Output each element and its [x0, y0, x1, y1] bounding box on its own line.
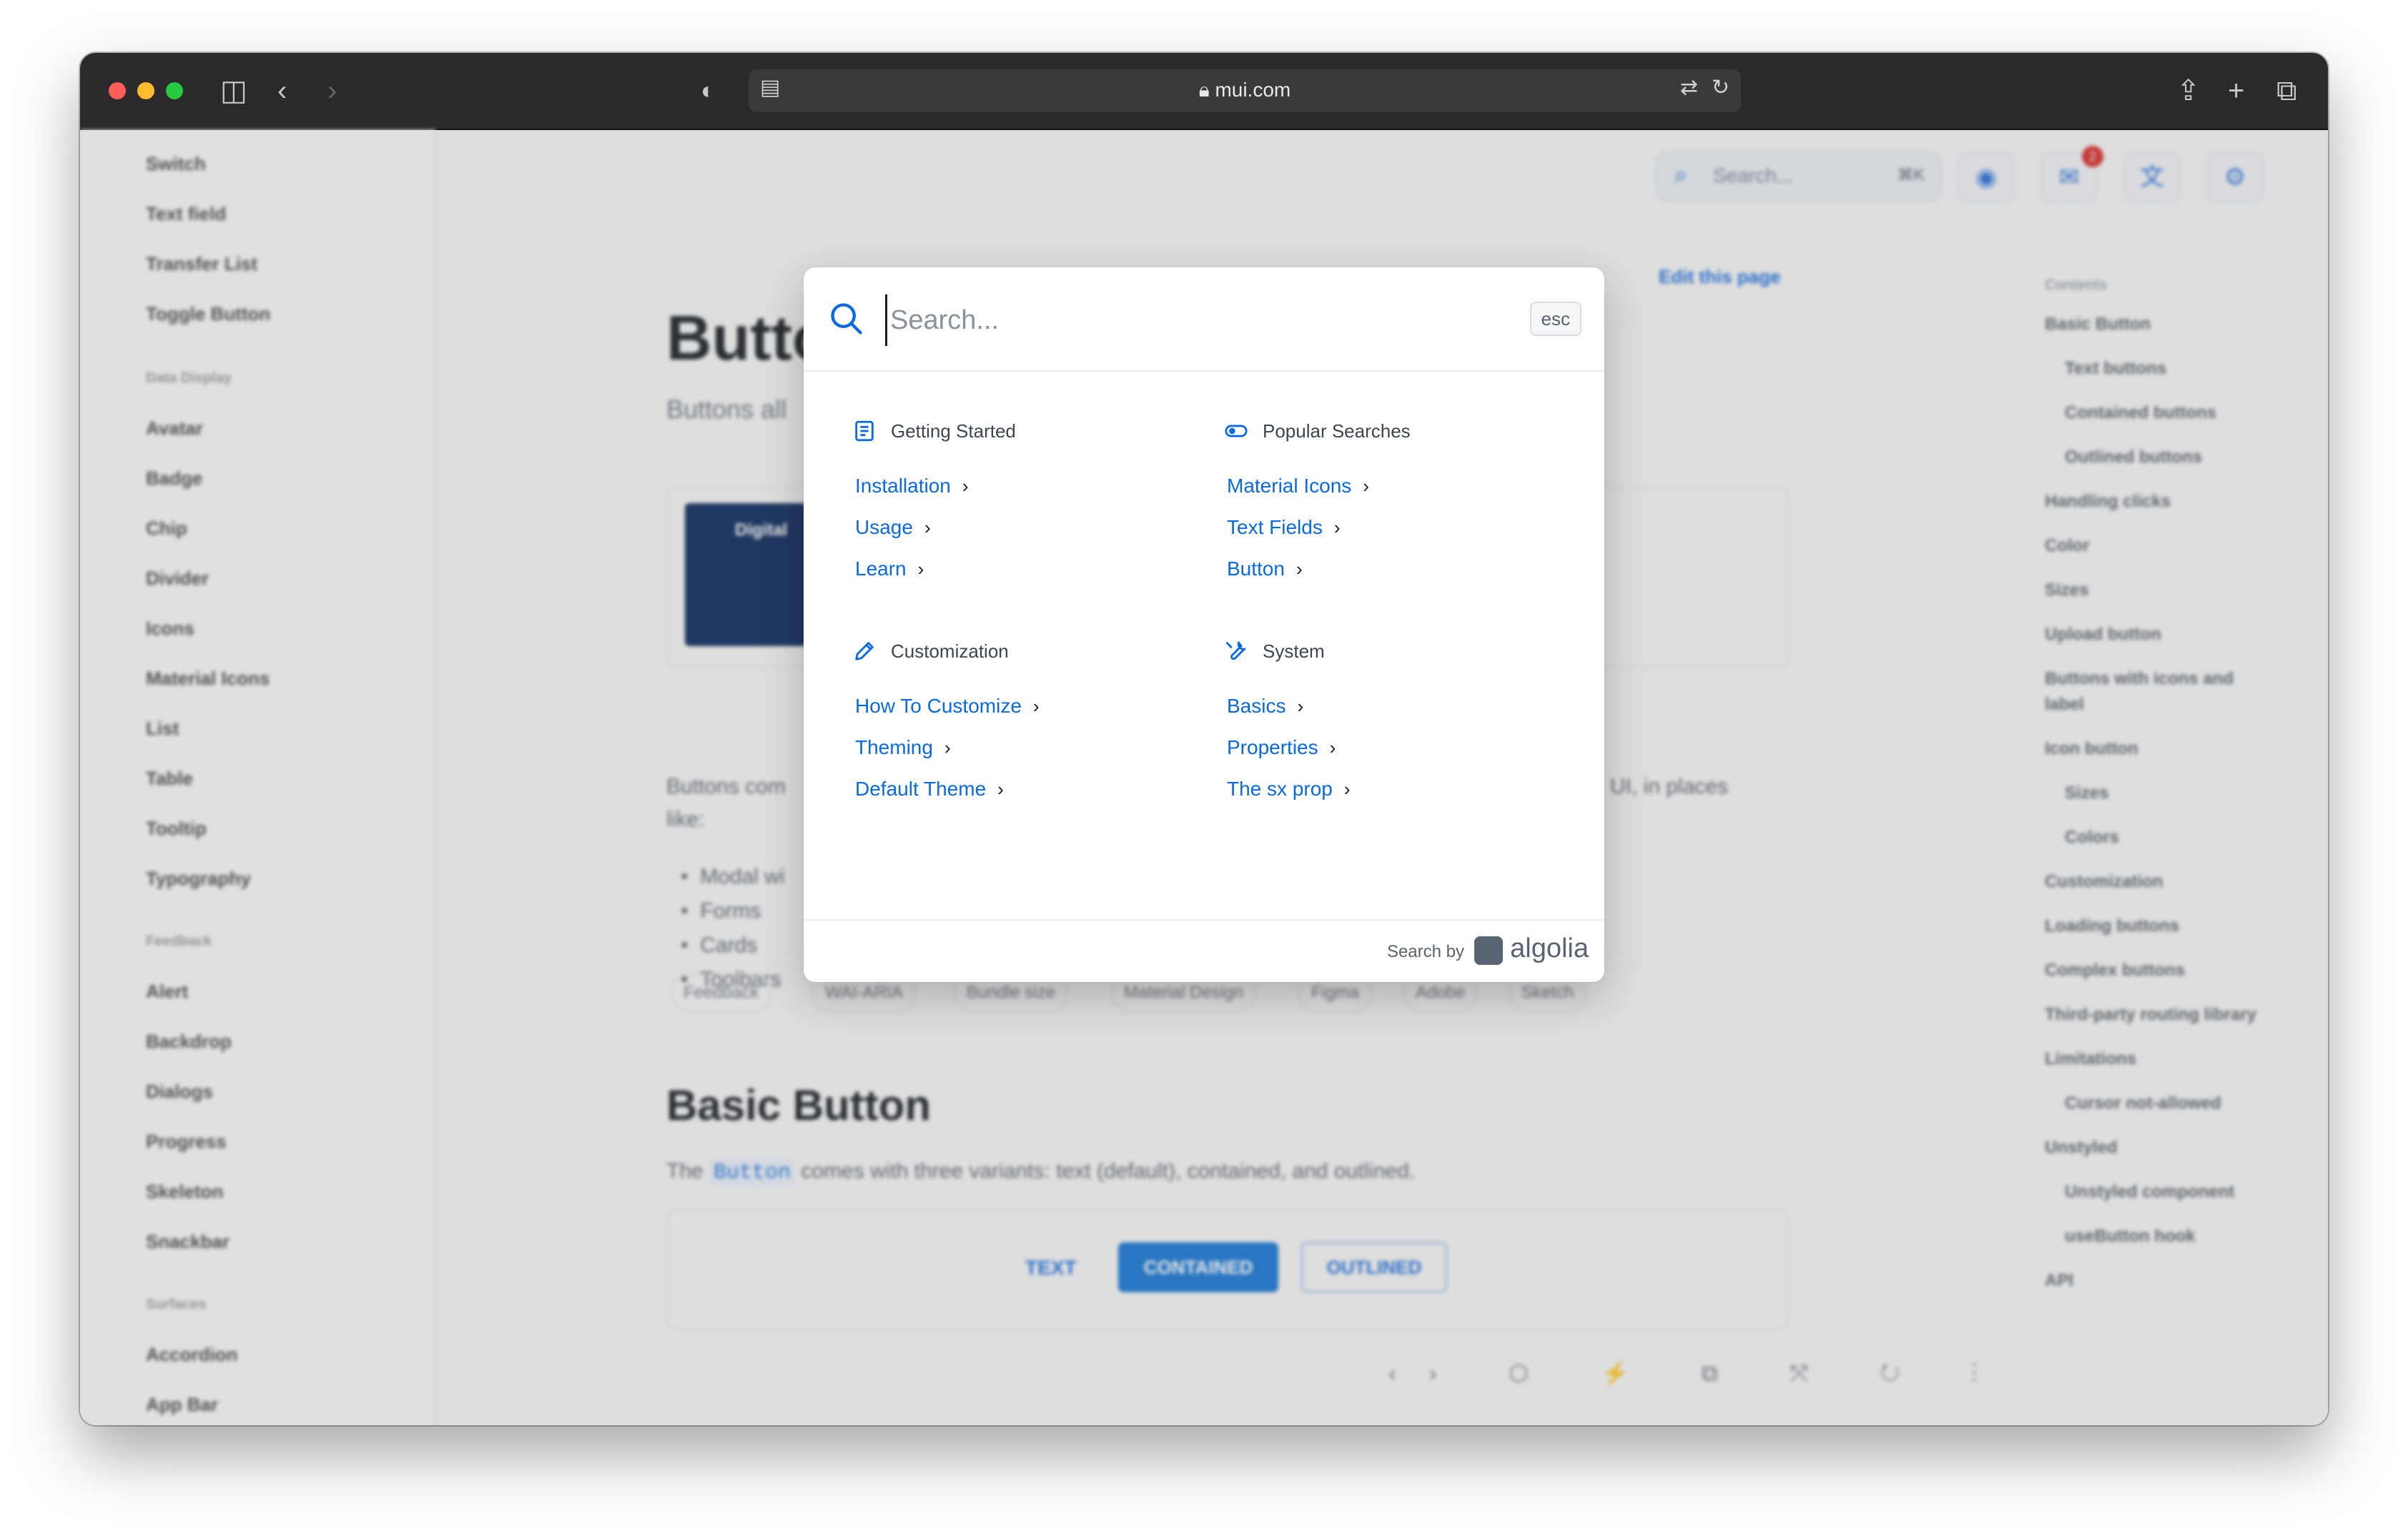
- chevron-right-icon: ›: [1296, 558, 1303, 580]
- article-icon: [855, 420, 874, 442]
- back-icon[interactable]: ‹: [277, 73, 287, 109]
- zoom-window-button[interactable]: [166, 82, 183, 99]
- link-usage[interactable]: Usage ›: [855, 516, 931, 539]
- chevron-right-icon: ›: [1297, 695, 1304, 717]
- chevron-right-icon: ›: [997, 778, 1004, 800]
- link-how-to-customize[interactable]: How To Customize ›: [855, 695, 1040, 718]
- tabs-overview-icon[interactable]: ⧉: [2276, 73, 2297, 109]
- browser-window: ◫ ‹ › ◐ ▤ 🔒︎ mui.com ⇄ ↻ ⇪ + ⧉ Switch Te…: [80, 53, 2328, 1425]
- page-content: Switch Text field Transfer List Toggle B…: [80, 130, 2328, 1425]
- close-window-button[interactable]: [109, 82, 126, 99]
- chevron-right-icon: ›: [1343, 778, 1351, 800]
- chevron-right-icon: ›: [1333, 517, 1341, 538]
- chevron-right-icon: ›: [924, 517, 931, 538]
- link-installation[interactable]: Installation ›: [855, 475, 969, 497]
- algolia-logo-icon: [1474, 936, 1503, 965]
- search-dialog: esc Getting Started Installation› Usage›…: [804, 267, 1604, 982]
- category-title-getting-started: Getting Started: [891, 420, 1016, 442]
- chevron-right-icon: ›: [917, 558, 924, 580]
- url-text: mui.com: [1215, 79, 1291, 101]
- algolia-logo-text[interactable]: algolia: [1510, 933, 1589, 964]
- search-input[interactable]: [885, 294, 1478, 346]
- search-icon: [831, 303, 862, 335]
- category-title-customization: Customization: [891, 640, 1009, 662]
- sidebar-toggle-icon[interactable]: ◫: [220, 73, 247, 109]
- wrench-icon: [1225, 641, 1246, 660]
- link-material-icons[interactable]: Material Icons ›: [1227, 475, 1369, 497]
- link-default-theme[interactable]: Default Theme ›: [855, 778, 1004, 801]
- link-the-sx-prop[interactable]: The sx prop ›: [1227, 778, 1351, 801]
- lock-icon: 🔒︎: [1198, 79, 1215, 101]
- chevron-right-icon: ›: [1032, 695, 1040, 717]
- link-theming[interactable]: Theming ›: [855, 736, 951, 759]
- link-properties[interactable]: Properties ›: [1227, 736, 1336, 759]
- pencil-icon: [855, 642, 874, 660]
- chevron-right-icon: ›: [962, 475, 969, 497]
- category-title-system: System: [1263, 640, 1325, 662]
- link-learn[interactable]: Learn ›: [855, 558, 924, 580]
- link-basics[interactable]: Basics ›: [1227, 695, 1303, 718]
- link-button[interactable]: Button ›: [1227, 558, 1303, 580]
- browser-titlebar: ◫ ‹ › ◐ ▤ 🔒︎ mui.com ⇄ ↻ ⇪ + ⧉: [80, 53, 2328, 130]
- category-title-popular-searches: Popular Searches: [1263, 420, 1411, 442]
- new-tab-icon[interactable]: +: [2228, 73, 2244, 109]
- search-by-label: Search by: [1386, 942, 1464, 961]
- esc-key-button[interactable]: esc: [1529, 302, 1582, 336]
- link-text-fields[interactable]: Text Fields ›: [1227, 516, 1341, 539]
- minimize-window-button[interactable]: [137, 82, 154, 99]
- chevron-right-icon: ›: [944, 737, 951, 758]
- shield-icon[interactable]: ◐: [701, 73, 716, 109]
- chevron-right-icon: ›: [1329, 737, 1336, 758]
- toggle-icon: [1225, 425, 1248, 437]
- share-icon[interactable]: ⇪: [2176, 73, 2201, 109]
- chevron-right-icon: ›: [1363, 475, 1369, 497]
- reload-icon[interactable]: ↻: [1712, 75, 1729, 100]
- forward-icon[interactable]: ›: [327, 73, 337, 109]
- translate-icon[interactable]: ⇄: [1680, 75, 1698, 100]
- search-dialog-header: esc: [804, 267, 1604, 372]
- search-dialog-footer: Search by algolia: [804, 919, 1604, 982]
- address-bar[interactable]: ▤ 🔒︎ mui.com ⇄ ↻: [749, 69, 1741, 112]
